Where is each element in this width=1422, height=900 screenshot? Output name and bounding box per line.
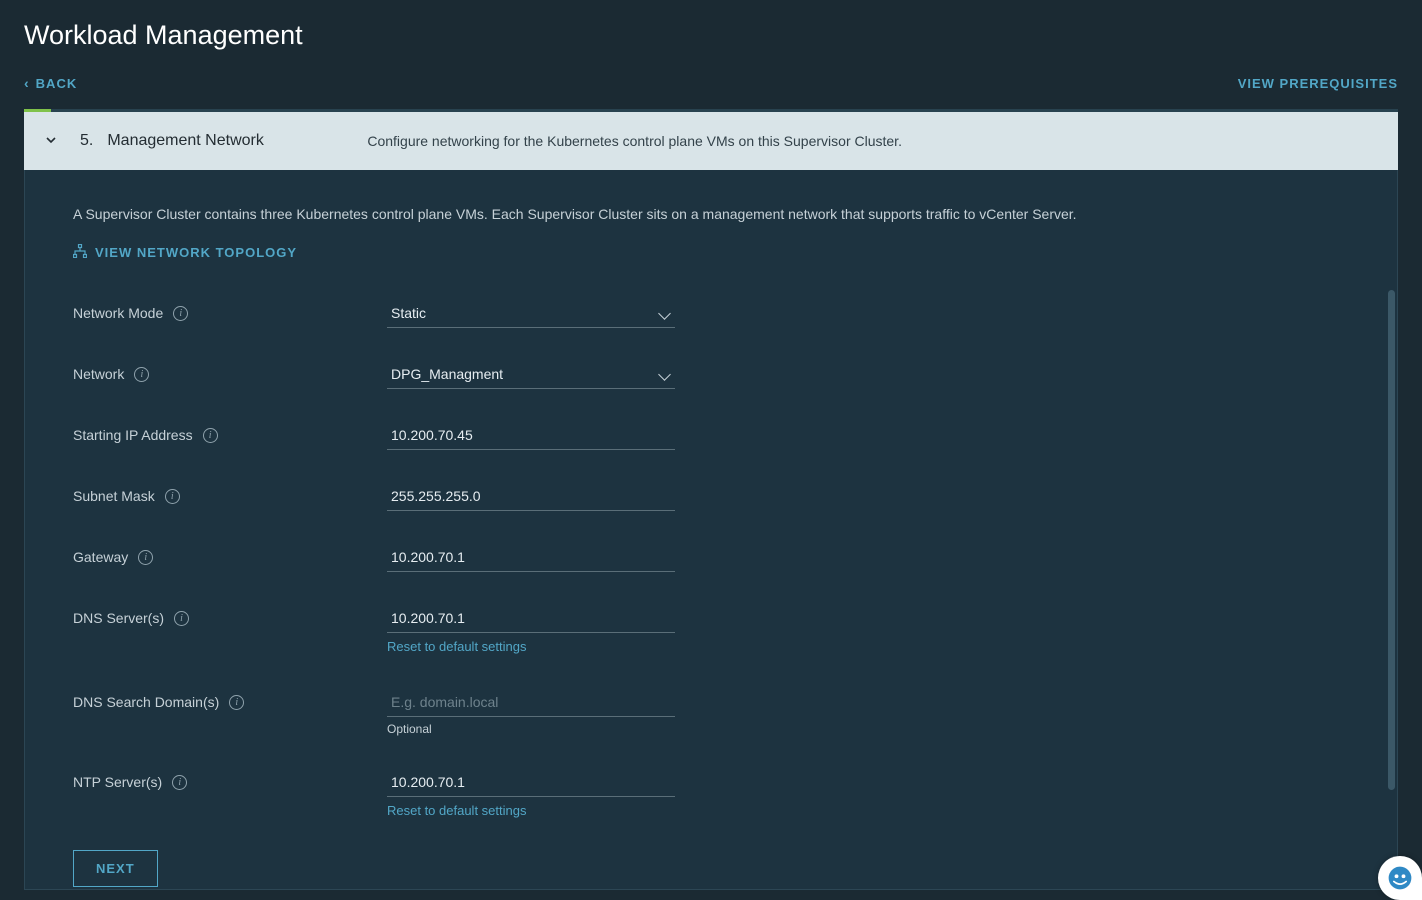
info-icon[interactable]: i bbox=[174, 611, 189, 626]
info-icon[interactable]: i bbox=[138, 550, 153, 565]
info-icon[interactable]: i bbox=[165, 489, 180, 504]
label-network: Network bbox=[73, 366, 124, 382]
row-network: Network i DPG_Managment bbox=[73, 362, 1349, 389]
select-network-mode[interactable]: Static bbox=[387, 301, 675, 328]
chevron-left-icon: ‹ bbox=[24, 75, 30, 91]
select-network-value[interactable]: DPG_Managment bbox=[387, 362, 675, 389]
label-starting-ip: Starting IP Address bbox=[73, 427, 193, 443]
info-icon[interactable]: i bbox=[203, 428, 218, 443]
progress-fill bbox=[24, 109, 51, 112]
row-dns-servers: DNS Server(s) i Reset to default setting… bbox=[73, 606, 1349, 656]
step-header[interactable]: 5. Management Network Configure networki… bbox=[24, 112, 1398, 170]
next-button[interactable]: NEXT bbox=[73, 850, 158, 887]
scrollbar-thumb[interactable] bbox=[1388, 290, 1395, 790]
label-network-mode: Network Mode bbox=[73, 305, 163, 321]
input-gateway[interactable] bbox=[387, 545, 675, 572]
step-body: A Supervisor Cluster contains three Kube… bbox=[24, 170, 1398, 890]
dns-search-helper: Optional bbox=[387, 722, 675, 736]
chat-bubble-icon[interactable] bbox=[1378, 856, 1422, 900]
progress-bar bbox=[24, 109, 1398, 112]
step-description: Configure networking for the Kubernetes … bbox=[367, 133, 1378, 149]
label-dns-search: DNS Search Domain(s) bbox=[73, 694, 219, 710]
row-gateway: Gateway i bbox=[73, 545, 1349, 572]
intro-text: A Supervisor Cluster contains three Kube… bbox=[73, 206, 1349, 222]
topology-icon bbox=[73, 244, 87, 261]
reset-dns-link[interactable]: Reset to default settings bbox=[387, 639, 526, 654]
info-icon[interactable]: i bbox=[229, 695, 244, 710]
page-title: Workload Management bbox=[0, 0, 1422, 69]
reset-ntp-link[interactable]: Reset to default settings bbox=[387, 803, 526, 818]
view-topology-label: VIEW NETWORK TOPOLOGY bbox=[95, 245, 297, 260]
label-subnet-mask: Subnet Mask bbox=[73, 488, 155, 504]
step-number: 5. bbox=[80, 132, 93, 150]
select-network[interactable]: DPG_Managment bbox=[387, 362, 675, 389]
back-button[interactable]: ‹ BACK bbox=[24, 75, 77, 91]
row-network-mode: Network Mode i Static bbox=[73, 301, 1349, 328]
row-starting-ip: Starting IP Address i bbox=[73, 423, 1349, 450]
input-ntp-servers[interactable] bbox=[387, 770, 675, 797]
input-starting-ip[interactable] bbox=[387, 423, 675, 450]
row-ntp-servers: NTP Server(s) i Reset to default setting… bbox=[73, 770, 1349, 820]
select-network-mode-value[interactable]: Static bbox=[387, 301, 675, 328]
row-subnet-mask: Subnet Mask i bbox=[73, 484, 1349, 511]
row-dns-search: DNS Search Domain(s) i Optional bbox=[73, 690, 1349, 736]
view-prerequisites-link[interactable]: VIEW PREREQUISITES bbox=[1238, 76, 1398, 91]
label-dns-servers: DNS Server(s) bbox=[73, 610, 164, 626]
label-gateway: Gateway bbox=[73, 549, 128, 565]
scrollbar[interactable] bbox=[1387, 290, 1397, 871]
label-ntp-servers: NTP Server(s) bbox=[73, 774, 162, 790]
info-icon[interactable]: i bbox=[173, 306, 188, 321]
input-subnet-mask[interactable] bbox=[387, 484, 675, 511]
view-network-topology-link[interactable]: VIEW NETWORK TOPOLOGY bbox=[73, 244, 1349, 261]
info-icon[interactable]: i bbox=[172, 775, 187, 790]
info-icon[interactable]: i bbox=[134, 367, 149, 382]
top-bar: ‹ BACK VIEW PREREQUISITES bbox=[0, 69, 1422, 109]
step-title: Management Network bbox=[107, 132, 367, 150]
input-dns-search[interactable] bbox=[387, 690, 675, 717]
back-label: BACK bbox=[36, 76, 78, 91]
chevron-down-icon[interactable] bbox=[44, 133, 62, 150]
input-dns-servers[interactable] bbox=[387, 606, 675, 633]
